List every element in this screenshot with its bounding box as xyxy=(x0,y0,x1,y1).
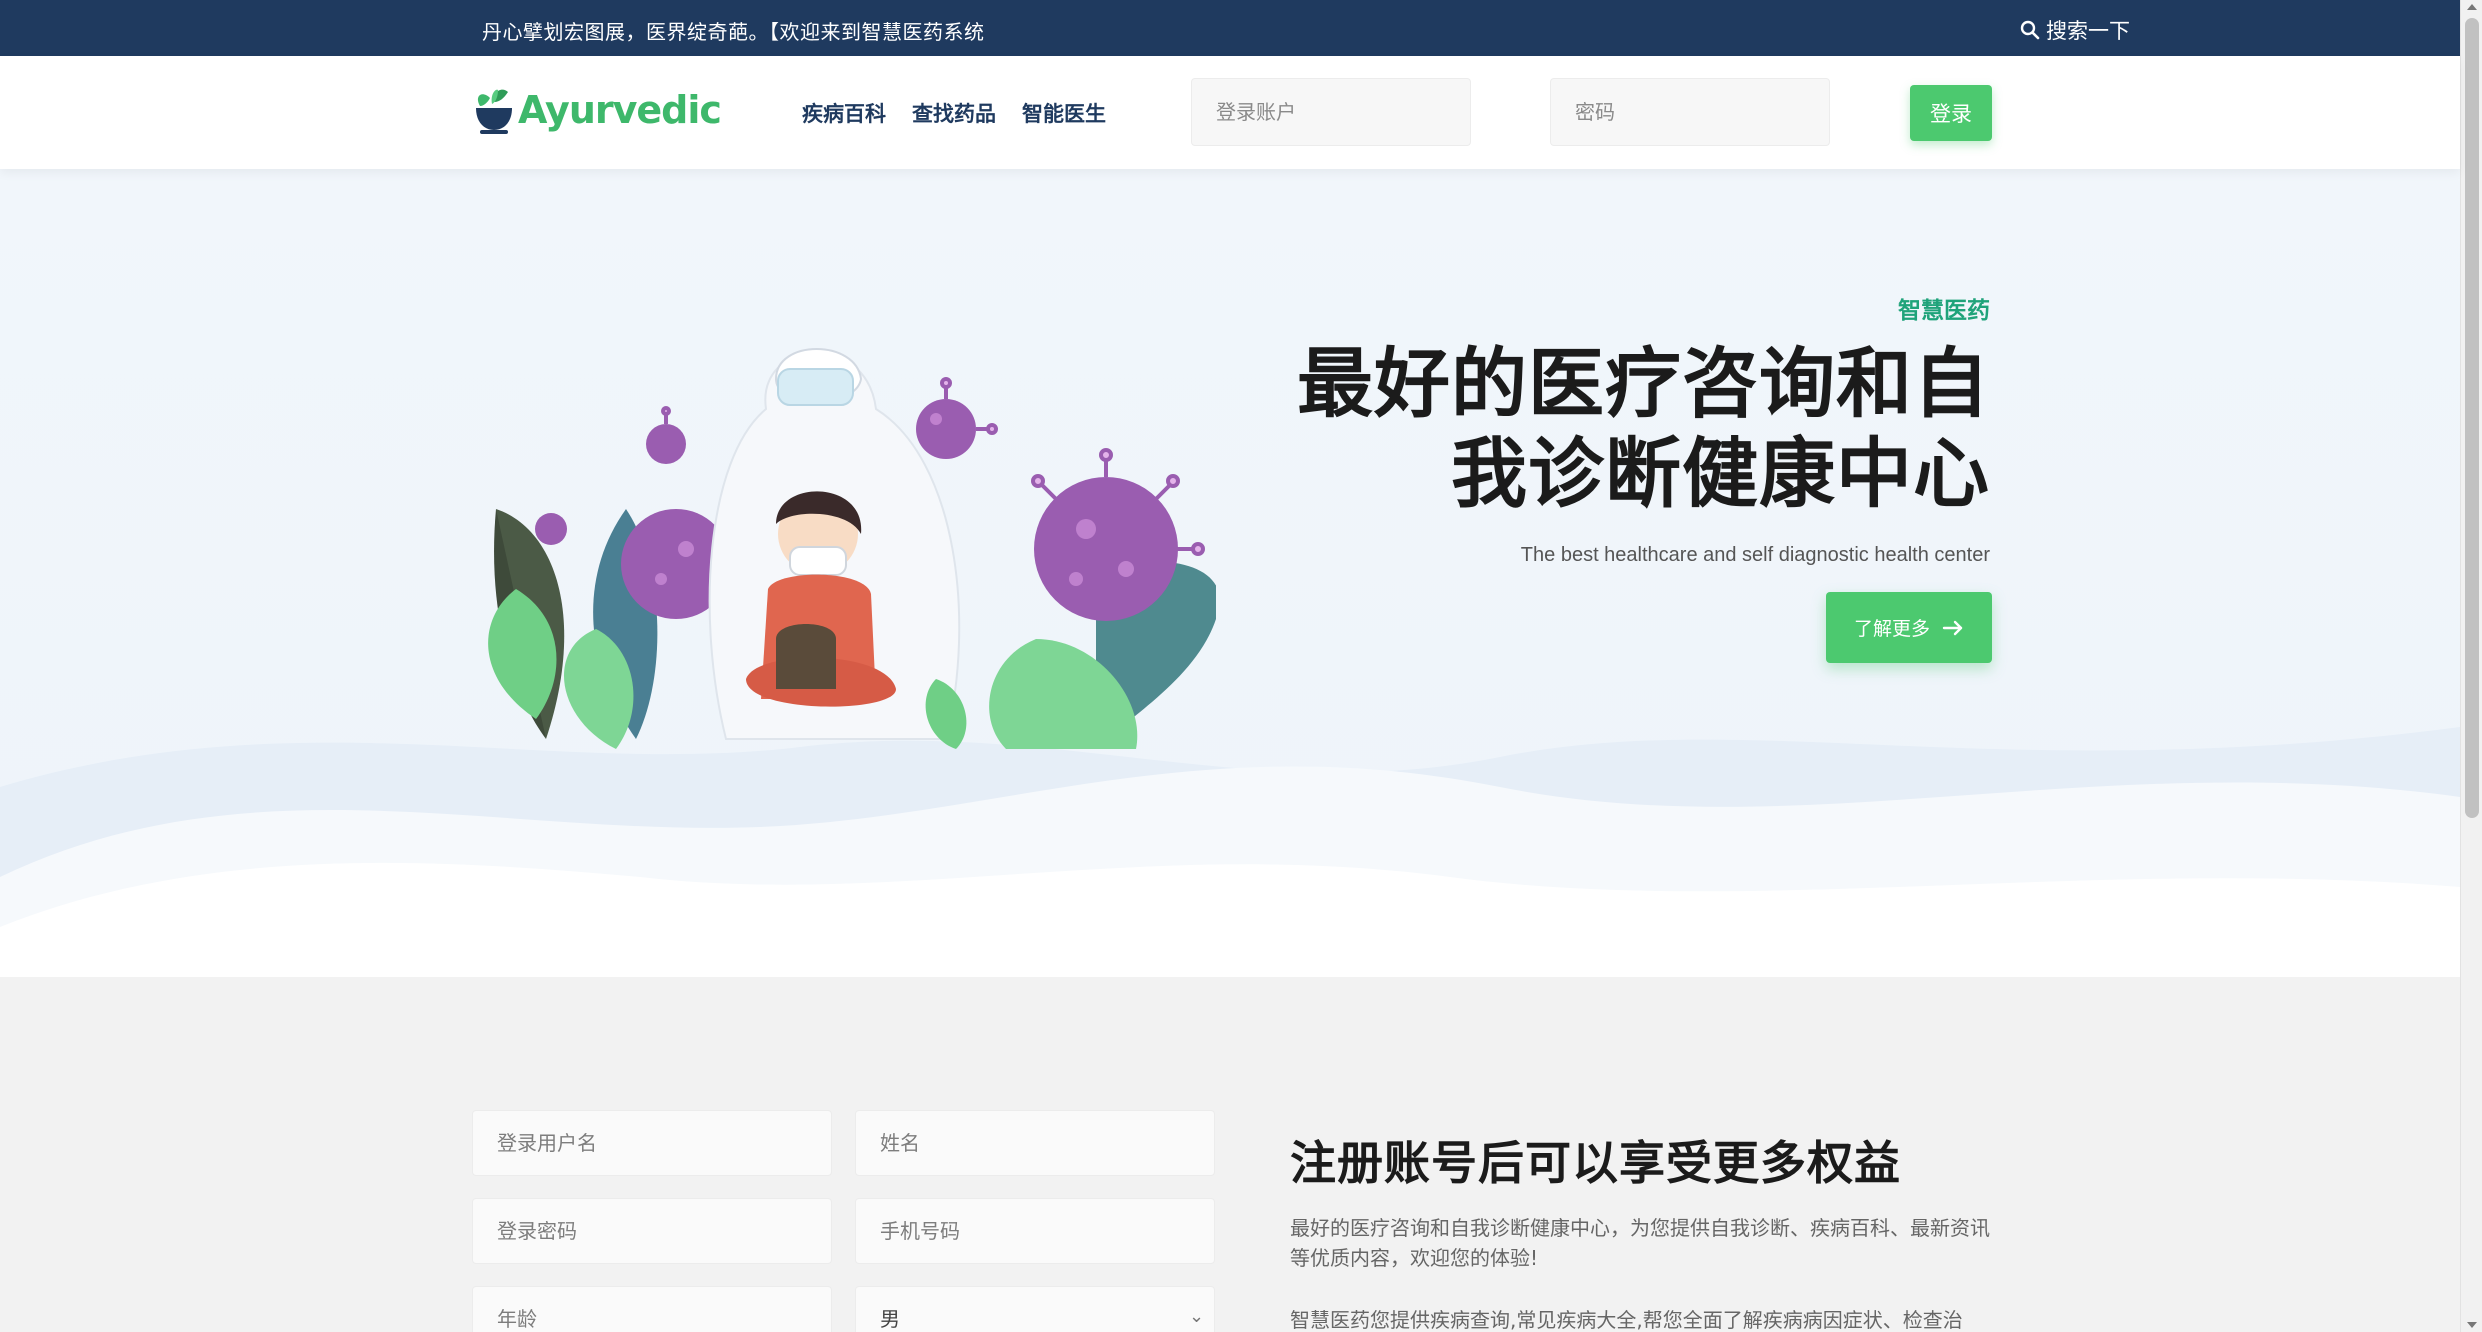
register-password-input[interactable] xyxy=(472,1198,832,1264)
register-section: 男 ⌄ 注册账号后可以享受更多权益 最好的医疗咨询和自我诊断健康中心，为您提供自… xyxy=(0,977,2460,1332)
logo-text: Ayurvedic xyxy=(518,88,722,132)
chevron-down-icon: ⌄ xyxy=(1189,1306,1205,1327)
logo[interactable]: Ayurvedic xyxy=(472,86,722,134)
hero-subtitle: The best healthcare and self diagnostic … xyxy=(1520,544,1990,566)
search-button[interactable]: 搜索一下 xyxy=(2020,15,2130,45)
register-name-input[interactable] xyxy=(855,1110,1215,1176)
arrow-right-icon xyxy=(1942,620,1963,635)
top-announcement-bar: 丹心擘划宏图展，医界绽奇葩。【欢迎来到智慧医药系统 搜索一下 xyxy=(0,0,2460,56)
register-username-input[interactable] xyxy=(472,1110,832,1176)
announcement-text: 丹心擘划宏图展，医界绽奇葩。【欢迎来到智慧医药系统 xyxy=(482,20,985,44)
search-label: 搜索一下 xyxy=(2046,19,2130,43)
site-header: Ayurvedic 疾病百科 查找药品 智能医生 登录 xyxy=(0,56,2460,169)
login-button[interactable]: 登录 xyxy=(1910,85,1992,141)
hero-kicker: 智慧医药 xyxy=(1898,298,1990,324)
login-username-input[interactable] xyxy=(1191,78,1471,146)
search-icon xyxy=(2020,20,2040,40)
register-title: 注册账号后可以享受更多权益 xyxy=(1290,1136,1901,1190)
register-description-2: 智慧医药您提供疾病查询,常见疾病大全,帮您全面了解疾病病因症状、检查治 xyxy=(1290,1308,1963,1332)
hero-wave-background xyxy=(0,727,2460,977)
learn-more-button[interactable]: 了解更多 xyxy=(1826,592,1992,663)
hero-title: 最好的医疗咨询和自 我诊断健康中心 xyxy=(1290,339,1990,519)
nav-item-smart-doctor[interactable]: 智能医生 xyxy=(1022,98,1106,128)
hero-title-line2: 我诊断健康中心 xyxy=(1451,429,1990,518)
register-description: 最好的医疗咨询和自我诊断健康中心，为您提供自我诊断、疾病百科、最新资讯等优质内容… xyxy=(1290,1216,1990,1270)
register-age-input[interactable] xyxy=(472,1286,832,1332)
hero-section: 智慧医药 最好的医疗咨询和自 我诊断健康中心 The best healthca… xyxy=(0,169,2460,977)
register-gender-select[interactable]: 男 xyxy=(855,1286,1215,1332)
learn-more-label: 了解更多 xyxy=(1853,618,1930,640)
hero-title-line1: 最好的医疗咨询和自 xyxy=(1297,339,1990,428)
scrollbar-thumb[interactable] xyxy=(2465,18,2479,818)
leaf-mortar-logo-icon xyxy=(476,89,512,134)
scroll-up-icon[interactable] xyxy=(2467,4,2477,10)
page-scrollbar[interactable] xyxy=(2460,0,2482,1332)
scroll-down-icon[interactable] xyxy=(2467,1322,2477,1328)
nav-item-find-drugs[interactable]: 查找药品 xyxy=(912,98,996,128)
main-nav: 疾病百科 查找药品 智能医生 xyxy=(802,98,1106,128)
register-phone-input[interactable] xyxy=(855,1198,1215,1264)
nav-item-disease-encyclopedia[interactable]: 疾病百科 xyxy=(802,98,886,128)
doctor-virus-illustration xyxy=(488,348,1216,749)
login-password-input[interactable] xyxy=(1550,78,1830,146)
